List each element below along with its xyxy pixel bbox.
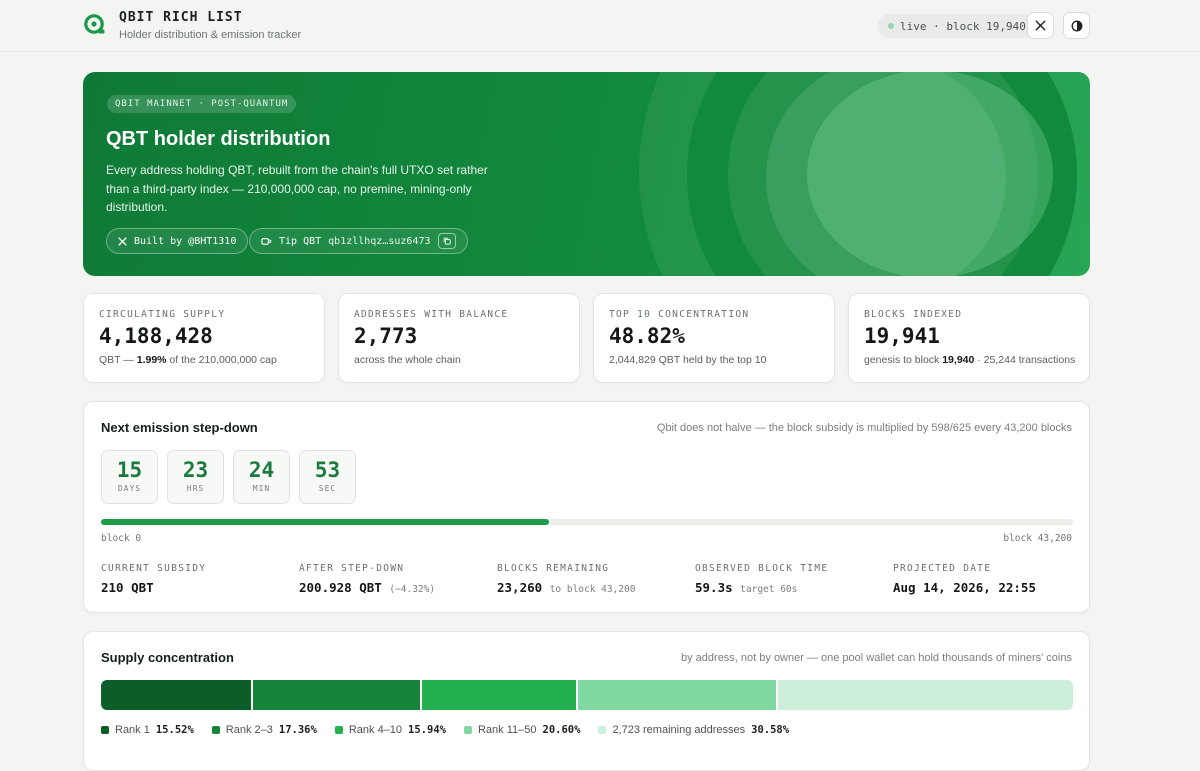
- legend-swatch: [211, 726, 220, 734]
- detail-block-time: OBSERVED BLOCK TIME 59.3s target 60s: [695, 563, 829, 595]
- legend-label: Rank 4–10: [348, 724, 403, 736]
- detail-projected-date: PROJECTED DATE Aug 14, 2026, 22:55: [893, 563, 1036, 595]
- stat-card-top10: TOP 10 CONCENTRATION 48.82% 2,044,829 QB…: [593, 293, 835, 383]
- qbit-logo-icon[interactable]: [84, 14, 106, 36]
- x-logo-icon: [118, 236, 127, 246]
- legend-item: Rank 2–3 17.36%: [211, 724, 317, 736]
- legend-label: Rank 1: [115, 724, 150, 736]
- live-dot-icon: [888, 23, 894, 29]
- stat-label: BLOCKS INDEXED: [864, 309, 963, 320]
- hero-decoration-ring: [807, 72, 1053, 276]
- legend-percent: 17.36%: [278, 724, 317, 736]
- stat-label: CIRCULATING SUPPLY: [99, 309, 226, 320]
- concentration-panel: Supply concentration by address, not by …: [83, 631, 1090, 771]
- countdown-minutes: 24 MIN: [233, 450, 290, 504]
- countdown-days: 15 DAYS: [101, 450, 158, 504]
- tip-label: Tip QBT: [279, 235, 322, 247]
- legend-percent: 15.52%: [155, 724, 194, 736]
- stat-value: 19,941: [864, 324, 940, 348]
- tip-button[interactable]: Tip QBT qb1zllhqz…suz6473: [249, 228, 468, 254]
- legend-label: Rank 2–3: [225, 724, 273, 736]
- hero-title: QBT holder distribution: [106, 128, 331, 150]
- legend-item: Rank 4–10 15.94%: [334, 724, 446, 736]
- legend-percent: 15.94%: [408, 724, 446, 736]
- built-by-label: Built by @BHT1310: [134, 235, 237, 247]
- concentration-segment[interactable]: [577, 680, 777, 710]
- countdown-seconds: 53 SEC: [299, 450, 356, 504]
- built-by-button[interactable]: Built by @BHT1310: [106, 228, 249, 254]
- x-logo-icon: [1035, 20, 1046, 31]
- stat-subtext: across the whole chain: [354, 354, 461, 366]
- section-note: Qbit does not halve — the block subsidy …: [656, 422, 1072, 434]
- brand-subtitle: Holder distribution & emission tracker: [119, 29, 302, 41]
- legend-swatch: [463, 726, 472, 734]
- progress-start-label: block 0: [101, 533, 142, 544]
- detail-current-subsidy: CURRENT SUBSIDY 210 QBT: [101, 563, 207, 595]
- stat-subtext: QBT — 1.99% of the 210,000,000 cap: [99, 354, 277, 366]
- hero-banner: QBIT MAINNET · POST-QUANTUM QBT holder d…: [83, 72, 1090, 276]
- legend-label: 2,723 remaining addresses: [612, 724, 746, 736]
- stat-value: 2,773: [354, 324, 418, 348]
- stat-card-circulating-supply: CIRCULATING SUPPLY 4,188,428 QBT — 1.99%…: [83, 293, 325, 383]
- countdown-hours: 23 HRS: [167, 450, 224, 504]
- section-title: Supply concentration: [101, 650, 234, 665]
- live-status-badge: live · block 19,940: [878, 14, 1036, 38]
- stat-value: 48.82%: [609, 324, 685, 348]
- tip-address[interactable]: qb1zllhqz…suz6473: [328, 236, 430, 247]
- hero-description: Every address holding QBT, rebuilt from …: [106, 163, 488, 214]
- emission-panel: Next emission step-down Qbit does not ha…: [83, 401, 1090, 613]
- top-bar: QBIT RICH LIST Holder distribution & emi…: [0, 0, 1200, 52]
- epoch-progress-fill: [101, 519, 550, 525]
- theme-toggle-icon: [1071, 20, 1082, 31]
- legend-swatch: [101, 726, 109, 734]
- hero-tag: QBIT MAINNET · POST-QUANTUM: [107, 95, 297, 113]
- stat-label: ADDRESSES WITH BALANCE: [354, 309, 509, 320]
- stat-card-addresses: ADDRESSES WITH BALANCE 2,773 across the …: [338, 293, 580, 383]
- detail-blocks-remaining: BLOCKS REMAINING 23,260 to block 43,200: [497, 563, 636, 595]
- concentration-segment[interactable]: [101, 680, 251, 710]
- copy-icon[interactable]: [437, 233, 456, 249]
- legend-swatch: [598, 726, 607, 734]
- legend-label: Rank 11–50: [477, 724, 537, 736]
- theme-toggle-button[interactable]: [1063, 12, 1090, 39]
- legend-item: 2,723 remaining addresses 30.58%: [598, 724, 789, 736]
- x-link-button[interactable]: [1027, 12, 1054, 39]
- section-title: Next emission step-down: [101, 420, 258, 435]
- progress-end-label: block 43,200: [1003, 533, 1072, 544]
- brand-name[interactable]: QBIT RICH LIST: [119, 10, 243, 25]
- legend-item: Rank 1 15.52%: [101, 724, 194, 736]
- stat-card-blocks: BLOCKS INDEXED 19,941 genesis to block 1…: [848, 293, 1090, 383]
- legend-item: Rank 11–50 20.60%: [463, 724, 581, 736]
- stat-subtext: genesis to block 19,940 · 25,244 transac…: [864, 354, 1076, 366]
- stat-subtext: 2,044,829 QBT held by the top 10: [609, 354, 767, 366]
- concentration-legend: Rank 1 15.52% Rank 2–3 17.36% Rank 4–10 15.94…: [101, 724, 789, 736]
- epoch-progress-bar: [101, 519, 1073, 525]
- section-note: by address, not by owner — one pool wall…: [681, 652, 1072, 664]
- live-status-text: live · block 19,940: [900, 19, 1026, 33]
- stat-label: TOP 10 CONCENTRATION: [609, 309, 750, 320]
- concentration-segment[interactable]: [252, 680, 420, 710]
- stat-value: 4,188,428: [99, 324, 213, 348]
- concentration-bar: [101, 680, 1073, 710]
- legend-percent: 20.60%: [542, 724, 581, 736]
- concentration-segment[interactable]: [778, 680, 1073, 710]
- legend-percent: 30.58%: [751, 724, 790, 736]
- concentration-segment[interactable]: [421, 680, 576, 710]
- coffee-cup-icon: [261, 238, 272, 245]
- legend-swatch: [334, 726, 343, 734]
- detail-after-step-down: AFTER STEP-DOWN 200.928 QBT (−4.32%): [299, 563, 436, 595]
